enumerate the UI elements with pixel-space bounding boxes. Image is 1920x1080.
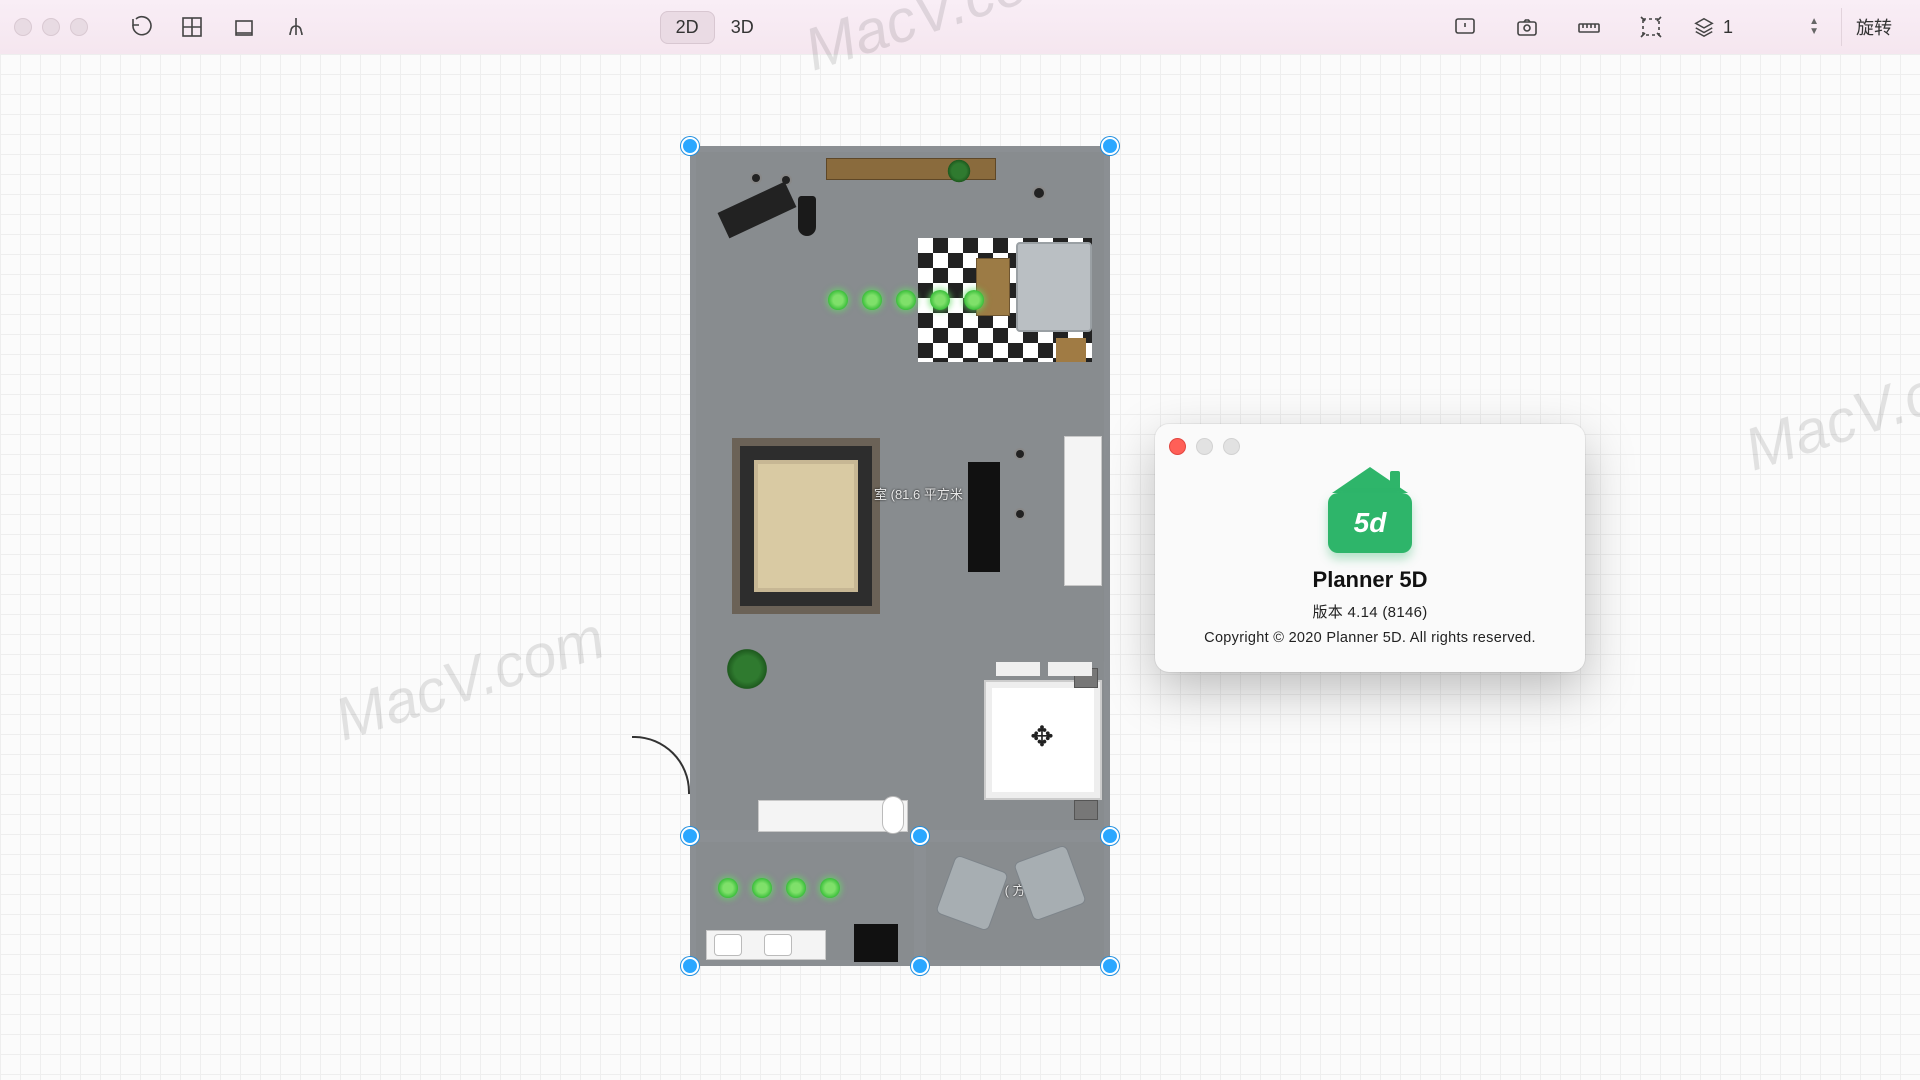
furn-ceiling-lamp[interactable] <box>752 174 760 182</box>
about-version: 版本 4.14 (8146) <box>1155 601 1585 622</box>
light-bulb[interactable] <box>718 878 738 898</box>
light-bulb[interactable] <box>896 290 916 310</box>
furn-kitchen-island[interactable] <box>968 462 1000 572</box>
about-copyright: Copyright © 2020 Planner 5D. All rights … <box>1155 630 1585 646</box>
light-bulb[interactable] <box>828 290 848 310</box>
furn-guitar[interactable] <box>798 196 816 236</box>
about-window: 5d Planner 5D 版本 4.14 (8146) Copyright ©… <box>1155 424 1585 672</box>
view-mode-toggle: 2D 3D <box>660 11 770 44</box>
furn-side-table[interactable] <box>1056 338 1086 362</box>
furn-plant[interactable] <box>946 158 972 184</box>
floor-spin[interactable]: ▲▼ <box>1809 18 1819 36</box>
selection-handle[interactable] <box>1101 957 1119 975</box>
furn-pendant[interactable] <box>1016 450 1024 458</box>
furn-toilet[interactable] <box>882 796 904 834</box>
furn-sink[interactable] <box>714 934 742 956</box>
furn-armchair[interactable] <box>1013 844 1087 921</box>
furn-dining-table[interactable] <box>774 482 840 568</box>
room-balcony[interactable]: 台 ( 方 <box>920 836 1110 966</box>
light-bulb[interactable] <box>820 878 840 898</box>
light-bulb[interactable] <box>786 878 806 898</box>
snapshot-icon[interactable] <box>1507 7 1547 47</box>
layers-icon <box>1693 16 1715 38</box>
view-mode-3d[interactable]: 3D <box>715 11 770 44</box>
extents-icon[interactable] <box>1631 7 1671 47</box>
app-logo-text: 5d <box>1328 493 1412 553</box>
floor-plan[interactable]: 室 (81.6 平方米 ✥ <box>690 146 1110 966</box>
ceiling-lights-row[interactable] <box>718 878 840 898</box>
watermark: MacV.com <box>1736 333 1920 485</box>
door-swing[interactable] <box>632 736 690 794</box>
traffic-minimize[interactable] <box>42 18 60 36</box>
move-gizmo-icon[interactable]: ✥ <box>1020 720 1064 760</box>
furn-sofa[interactable] <box>1016 242 1092 332</box>
window-traffic-lights <box>14 18 88 36</box>
room-main[interactable]: 室 (81.6 平方米 ✥ <box>690 146 1110 836</box>
furn-stove[interactable] <box>854 924 898 962</box>
light-bulb[interactable] <box>964 290 984 310</box>
about-traffic-lights <box>1155 424 1585 469</box>
floor-stepper[interactable]: 1 ▲▼ <box>1693 16 1819 38</box>
floor-number: 1 <box>1723 17 1733 38</box>
selection-handle[interactable] <box>681 957 699 975</box>
furn-pendant[interactable] <box>1016 510 1024 518</box>
light-bulb[interactable] <box>752 878 772 898</box>
furn-sink[interactable] <box>764 934 792 956</box>
selection-handle[interactable] <box>911 827 929 845</box>
furn-floor-lamp[interactable] <box>1034 188 1044 198</box>
furn-nightstand[interactable] <box>1074 800 1098 820</box>
selection-handle[interactable] <box>681 827 699 845</box>
ruler-icon[interactable] <box>1569 7 1609 47</box>
traffic-zoom[interactable] <box>70 18 88 36</box>
traffic-close[interactable] <box>14 18 32 36</box>
rotate-button[interactable]: 旋转 <box>1841 8 1906 46</box>
furn-wall-cabinets[interactable] <box>1064 436 1102 586</box>
about-zoom <box>1223 438 1240 455</box>
about-close[interactable] <box>1169 438 1186 455</box>
construction-icon[interactable] <box>224 7 264 47</box>
ceiling-lights-row[interactable] <box>828 290 984 310</box>
selection-handle[interactable] <box>1101 137 1119 155</box>
rooms-icon[interactable] <box>172 7 212 47</box>
room-label-living: 室 (81.6 平方米 <box>874 484 963 503</box>
furn-curtain[interactable] <box>1048 662 1092 676</box>
light-bulb[interactable] <box>862 290 882 310</box>
titlebar: 2D 3D 1 ▲▼ 旋转 <box>0 0 1920 55</box>
room-kitchenette[interactable] <box>690 836 920 966</box>
furn-piano[interactable] <box>718 182 797 239</box>
furn-armchair[interactable] <box>935 854 1009 931</box>
selection-handle[interactable] <box>1101 827 1119 845</box>
view-mode-2d[interactable]: 2D <box>660 11 715 44</box>
design-canvas[interactable]: MacV.com MacV.com MacV.com <box>0 54 1920 1080</box>
about-minimize <box>1196 438 1213 455</box>
light-bulb[interactable] <box>930 290 950 310</box>
watermark: MacV.com <box>326 603 613 755</box>
feedback-icon[interactable] <box>1445 7 1485 47</box>
selection-handle[interactable] <box>681 137 699 155</box>
app-logo: 5d <box>1328 477 1412 553</box>
history-icon[interactable] <box>120 7 160 47</box>
about-title: Planner 5D <box>1155 567 1585 593</box>
furn-curtain[interactable] <box>996 662 1040 676</box>
toolbar-right-group: 1 ▲▼ 旋转 <box>1445 7 1906 47</box>
selection-handle[interactable] <box>911 957 929 975</box>
exterior-icon[interactable] <box>276 7 316 47</box>
furn-plant[interactable] <box>724 646 770 692</box>
